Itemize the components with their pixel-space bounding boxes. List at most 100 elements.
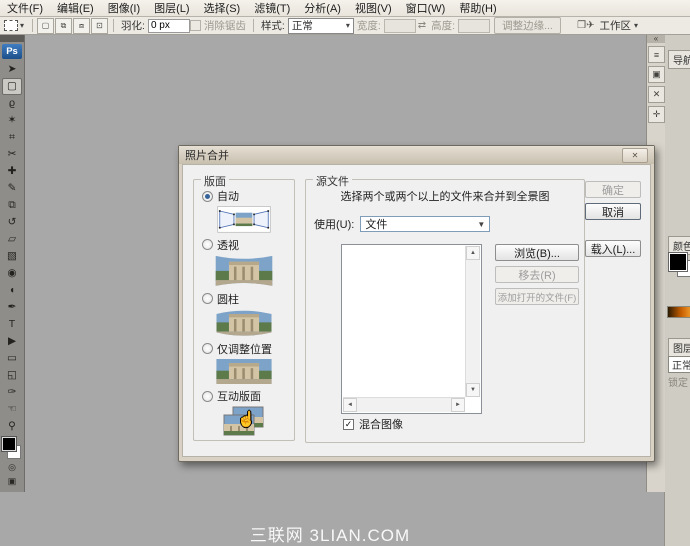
menu-item[interactable]: 窗口(W) (399, 0, 453, 16)
gradient-tool[interactable]: ▧ (2, 248, 22, 265)
layout-thumbnail-perspective[interactable] (210, 255, 278, 287)
menu-item[interactable]: 文件(F) (0, 0, 50, 16)
menu-item[interactable]: 图像(I) (101, 0, 147, 16)
radio-circle[interactable] (202, 239, 213, 250)
palette-grip[interactable] (0, 34, 24, 42)
radio-perspective[interactable]: 透视 (202, 237, 239, 253)
radio-auto[interactable]: 自动 (202, 188, 239, 204)
layout-thumbnail-auto[interactable] (212, 206, 276, 233)
height-label: 高度: (431, 18, 455, 33)
radio-circle[interactable] (202, 191, 213, 202)
antialias-checkbox[interactable] (190, 20, 201, 31)
path-selection-tool[interactable]: ▶ (2, 333, 22, 350)
tab-layers[interactable]: 图层 (668, 338, 690, 357)
menu-item[interactable]: 编辑(E) (50, 0, 101, 16)
vertical-scrollbar[interactable]: ▲ ▼ (465, 246, 480, 397)
photomerge-dialog: 照片合并 ✕ 版面 自动 (178, 145, 655, 462)
marquee-preset-icon (4, 20, 18, 31)
add-to-selection-icon[interactable]: ⧉ (55, 18, 72, 34)
slice-tool[interactable]: ✂ (2, 146, 22, 163)
feather-input[interactable] (148, 19, 190, 33)
type-tool[interactable]: T (2, 316, 22, 333)
dock-panel-icon-2[interactable]: ▣ (648, 66, 665, 83)
subtract-from-selection-icon[interactable]: ⧈ (73, 18, 90, 34)
dock-panel-icon-1[interactable]: ≡ (648, 46, 665, 63)
browse-button[interactable]: 浏览(B)... (495, 244, 579, 261)
blend-mode-select[interactable]: 正常 (668, 356, 690, 373)
shape-tool[interactable]: ▭ (2, 350, 22, 367)
workspace-menu[interactable]: 工作区 ▾ (599, 18, 638, 33)
collapse-dock-button[interactable]: « (647, 34, 665, 43)
layout-thumbnail-reposition[interactable] (211, 359, 277, 384)
tool-icon: ◉ (7, 268, 16, 279)
history-brush-tool[interactable]: ↺ (2, 214, 22, 231)
3d-rotate-tool[interactable]: ◱ (2, 367, 22, 384)
menu-item[interactable]: 选择(S) (197, 0, 248, 16)
eyedropper-tool[interactable]: ✑ (2, 384, 22, 401)
rectangular-marquee-tool[interactable]: ▢ (2, 78, 22, 95)
add-open-files-button[interactable]: 添加打开的文件(F) (495, 288, 579, 305)
file-list[interactable]: ▲ ▼ ◄ ► (341, 244, 482, 414)
dialog-titlebar[interactable]: 照片合并 ✕ (179, 146, 654, 164)
load-button[interactable]: 载入(L)... (585, 240, 641, 257)
radio-circle[interactable] (202, 343, 213, 354)
blur-tool[interactable]: ◉ (2, 265, 22, 282)
new-selection-icon[interactable]: ▢ (37, 18, 54, 34)
intersect-selection-icon[interactable]: ⊡ (91, 18, 108, 34)
ok-button[interactable]: 确定 (585, 181, 641, 198)
radio-interactive-layout[interactable]: 互动版面 (202, 388, 261, 404)
foreground-color-swatch[interactable] (2, 437, 16, 451)
zoom-tool[interactable]: ⚲ (2, 418, 22, 435)
scroll-up-icon[interactable]: ▲ (466, 246, 480, 260)
menu-item[interactable]: 图层(L) (147, 0, 196, 16)
brush-tool[interactable]: ✎ (2, 180, 22, 197)
quick-mask-button[interactable]: ◎ (4, 461, 20, 473)
menu-item[interactable]: 视图(V) (348, 0, 399, 16)
tool-icon: ▢ (7, 81, 17, 92)
screen-mode-button[interactable]: ▣ (4, 475, 20, 487)
layout-thumbnail-cylindrical[interactable] (211, 309, 277, 337)
tab-navigator[interactable]: 导航 (668, 50, 690, 69)
crop-tool[interactable]: ⌗ (2, 129, 22, 146)
scroll-right-icon[interactable]: ► (451, 398, 465, 412)
height-input[interactable] (458, 19, 490, 33)
panel-foreground-swatch[interactable] (669, 253, 687, 271)
blend-images-checkbox[interactable] (343, 419, 354, 430)
cancel-button[interactable]: 取消 (585, 203, 641, 220)
launch-bridge-icon[interactable]: ❒✈ (577, 20, 594, 31)
clone-stamp-tool[interactable]: ⧉ (2, 197, 22, 214)
hand-tool[interactable]: ☜ (2, 401, 22, 418)
menu-item[interactable]: 分析(A) (297, 0, 348, 16)
close-button[interactable]: ✕ (622, 148, 648, 163)
use-select[interactable]: 文件 ▼ (360, 216, 490, 232)
radio-cylindrical[interactable]: 圆柱 (202, 291, 239, 307)
style-select[interactable]: 正常 ▾ (288, 18, 354, 34)
blend-images-option[interactable]: 混合图像 (343, 416, 403, 432)
watermark-text: 三联网 3LIAN.COM (0, 521, 660, 546)
dodge-tool[interactable]: ◖ (2, 282, 22, 299)
menu-item[interactable]: 滤镜(T) (247, 0, 297, 16)
remove-button[interactable]: 移去(R) (495, 266, 579, 283)
scroll-down-icon[interactable]: ▼ (466, 383, 480, 397)
dock-panel-icon-3[interactable]: ✕ (648, 86, 665, 103)
radio-circle[interactable] (202, 391, 213, 402)
tool-preset-picker[interactable]: ▾ (4, 20, 24, 31)
pen-tool[interactable]: ✒ (2, 299, 22, 316)
eraser-tool[interactable]: ▱ (2, 231, 22, 248)
swap-dimensions-icon[interactable]: ⇄ (418, 20, 426, 31)
color-ramp[interactable] (667, 306, 690, 318)
move-tool[interactable]: ➤ (2, 61, 22, 78)
dock-panel-icon-4[interactable]: ✛ (648, 106, 665, 123)
healing-brush-tool[interactable]: ✚ (2, 163, 22, 180)
radio-circle[interactable] (202, 293, 213, 304)
quick-selection-tool[interactable]: ✶ (2, 112, 22, 129)
refine-edge-button[interactable]: 调整边缘... (494, 17, 561, 34)
width-input[interactable] (384, 19, 416, 33)
scroll-left-icon[interactable]: ◄ (343, 398, 357, 412)
horizontal-scrollbar[interactable]: ◄ ► (343, 397, 465, 412)
layout-thumbnail-interactive[interactable] (220, 406, 268, 438)
menu-item[interactable]: 帮助(H) (452, 0, 503, 16)
lasso-tool[interactable]: ϱ (2, 95, 22, 112)
radio-reposition-only[interactable]: 仅调整位置 (202, 341, 272, 357)
tool-icon: ➤ (8, 64, 17, 75)
